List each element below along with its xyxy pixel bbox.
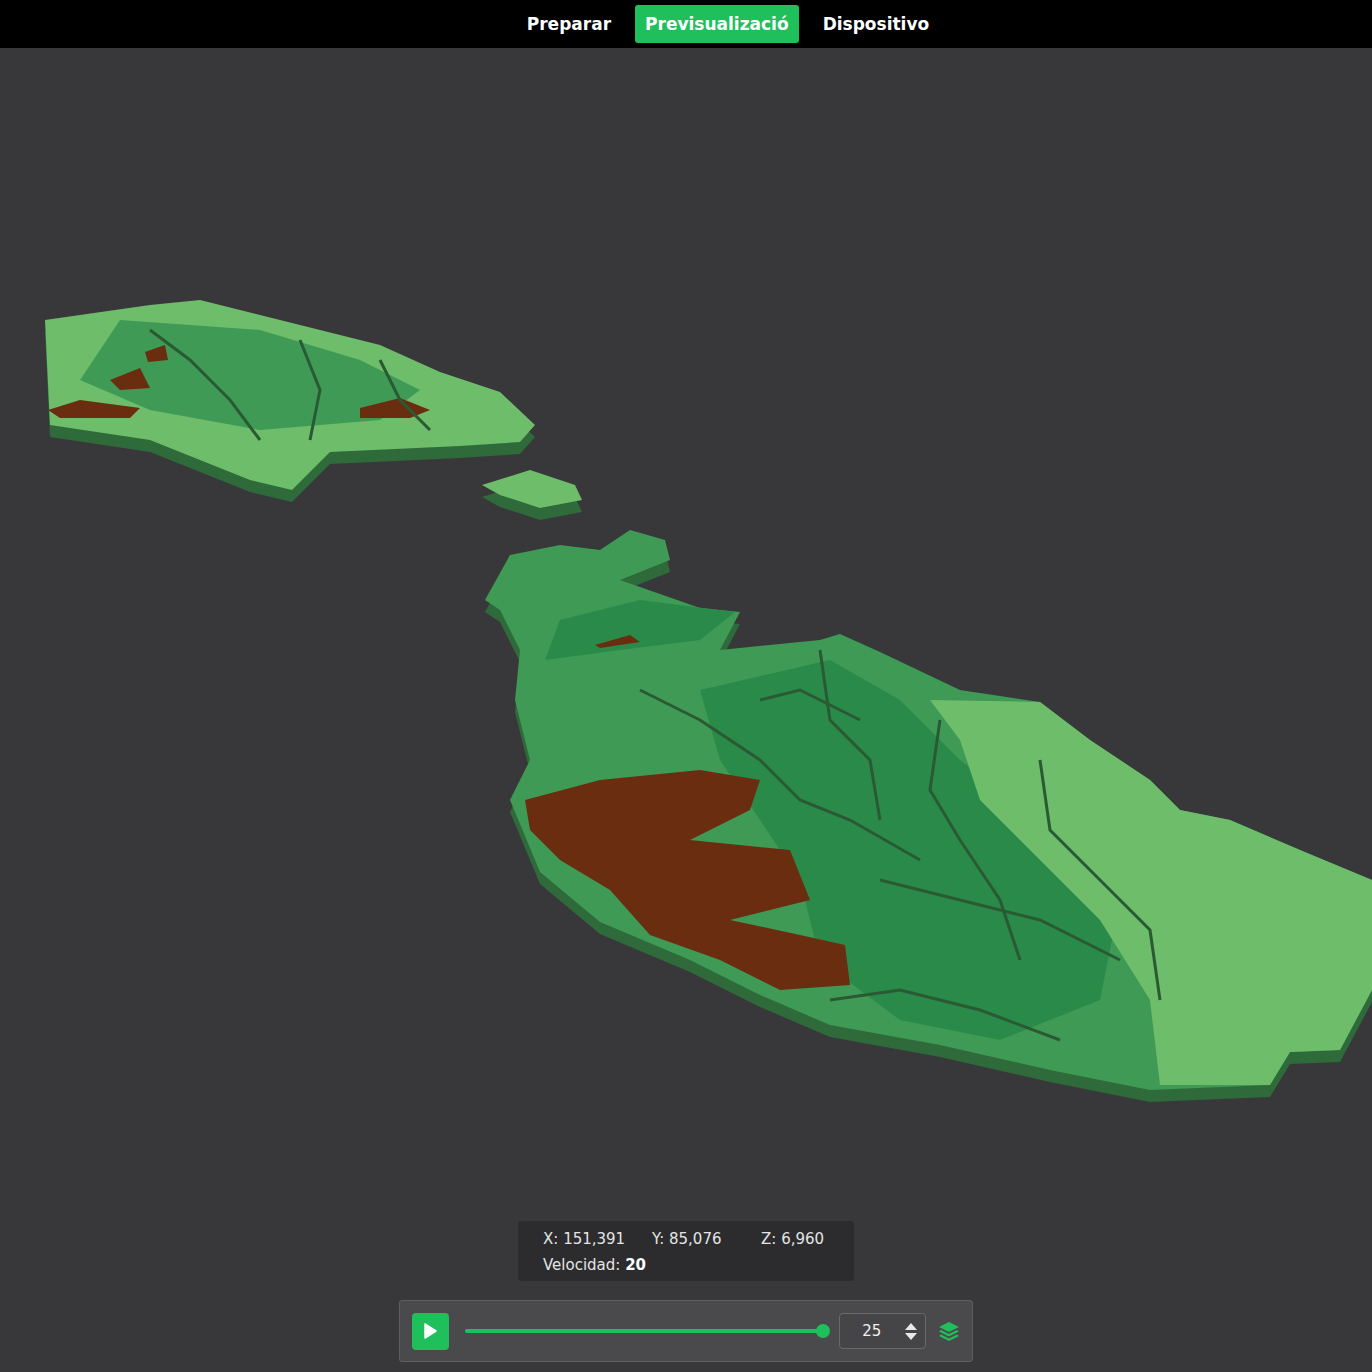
down-arrow-icon[interactable] [905,1333,917,1340]
top-bar: Preparar Previsualizació Dispositivo [0,0,1372,48]
spinner[interactable] [905,1323,917,1340]
gozo-island [45,300,535,490]
slicer-window: Preparar Previsualizació Dispositivo X: 151… [0,0,1372,1372]
tab[interactable]: Dispositivo [813,5,940,43]
tab[interactable]: Preparar [517,5,621,43]
play-icon [421,1322,439,1340]
layer-input[interactable]: 25 [839,1313,926,1349]
up-arrow-icon[interactable] [905,1323,917,1330]
slider-fill [465,1329,823,1333]
speed-reading: Velocidad: 20 [543,1256,842,1276]
layer-slider[interactable] [465,1329,823,1333]
terrain-model-preview[interactable] [0,48,1372,1213]
playback-bar: 25 [399,1300,973,1362]
coordinate: X: 151,391 [543,1230,652,1250]
coordinate: Z: 6,960 [761,1230,842,1250]
slider-thumb[interactable] [816,1324,830,1338]
layers-icon[interactable] [938,1320,960,1342]
play-button[interactable] [412,1313,449,1350]
tab[interactable]: Previsualizació [635,5,799,43]
malta-island [485,530,1372,1090]
coordinate: Y: 85,076 [652,1230,761,1250]
position-info: X: 151,391Y: 85,076Z: 6,960 Velocidad: 20 [518,1221,854,1281]
comino-island [482,470,582,508]
preview-viewport: X: 151,391Y: 85,076Z: 6,960 Velocidad: 20… [0,48,1372,1372]
